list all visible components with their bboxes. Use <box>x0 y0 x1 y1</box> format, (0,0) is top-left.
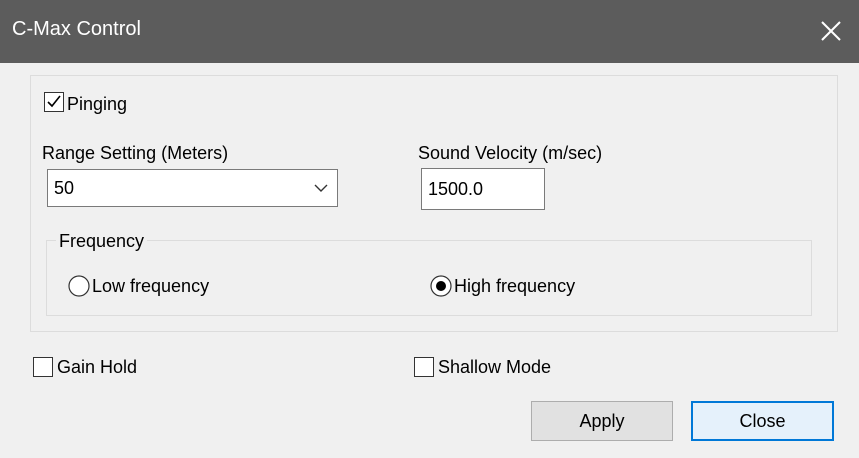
close-icon <box>821 21 841 41</box>
range-setting-value: 50 <box>54 178 75 198</box>
high-frequency-label[interactable]: High frequency <box>454 276 575 297</box>
shallow-mode-label[interactable]: Shallow Mode <box>438 357 551 378</box>
pinging-checkbox[interactable] <box>44 92 64 112</box>
high-frequency-radio[interactable] <box>430 275 452 297</box>
range-setting-dropdown[interactable]: 50 <box>47 169 338 207</box>
checkmark-icon <box>47 95 61 108</box>
low-frequency-label[interactable]: Low frequency <box>92 276 209 297</box>
apply-button[interactable]: Apply <box>531 401 673 441</box>
window-title: C-Max Control <box>12 18 141 40</box>
title-bar[interactable]: C-Max Control <box>0 0 859 63</box>
gain-hold-label[interactable]: Gain Hold <box>57 357 137 378</box>
close-button[interactable]: Close <box>691 401 834 441</box>
chevron-down-icon <box>314 184 328 192</box>
close-window-button[interactable] <box>813 13 849 49</box>
sound-velocity-label: Sound Velocity (m/sec) <box>418 143 603 163</box>
range-setting-label: Range Setting (Meters) <box>42 143 229 163</box>
shallow-mode-checkbox[interactable] <box>414 357 434 377</box>
sound-velocity-input[interactable] <box>421 168 545 210</box>
pinging-label[interactable]: Pinging <box>67 94 127 115</box>
c-max-control-dialog: C-Max Control Pinging Range Setting (Met… <box>0 0 859 458</box>
frequency-group-label: Frequency <box>56 231 148 252</box>
low-frequency-radio[interactable] <box>68 275 90 297</box>
gain-hold-checkbox[interactable] <box>33 357 53 377</box>
